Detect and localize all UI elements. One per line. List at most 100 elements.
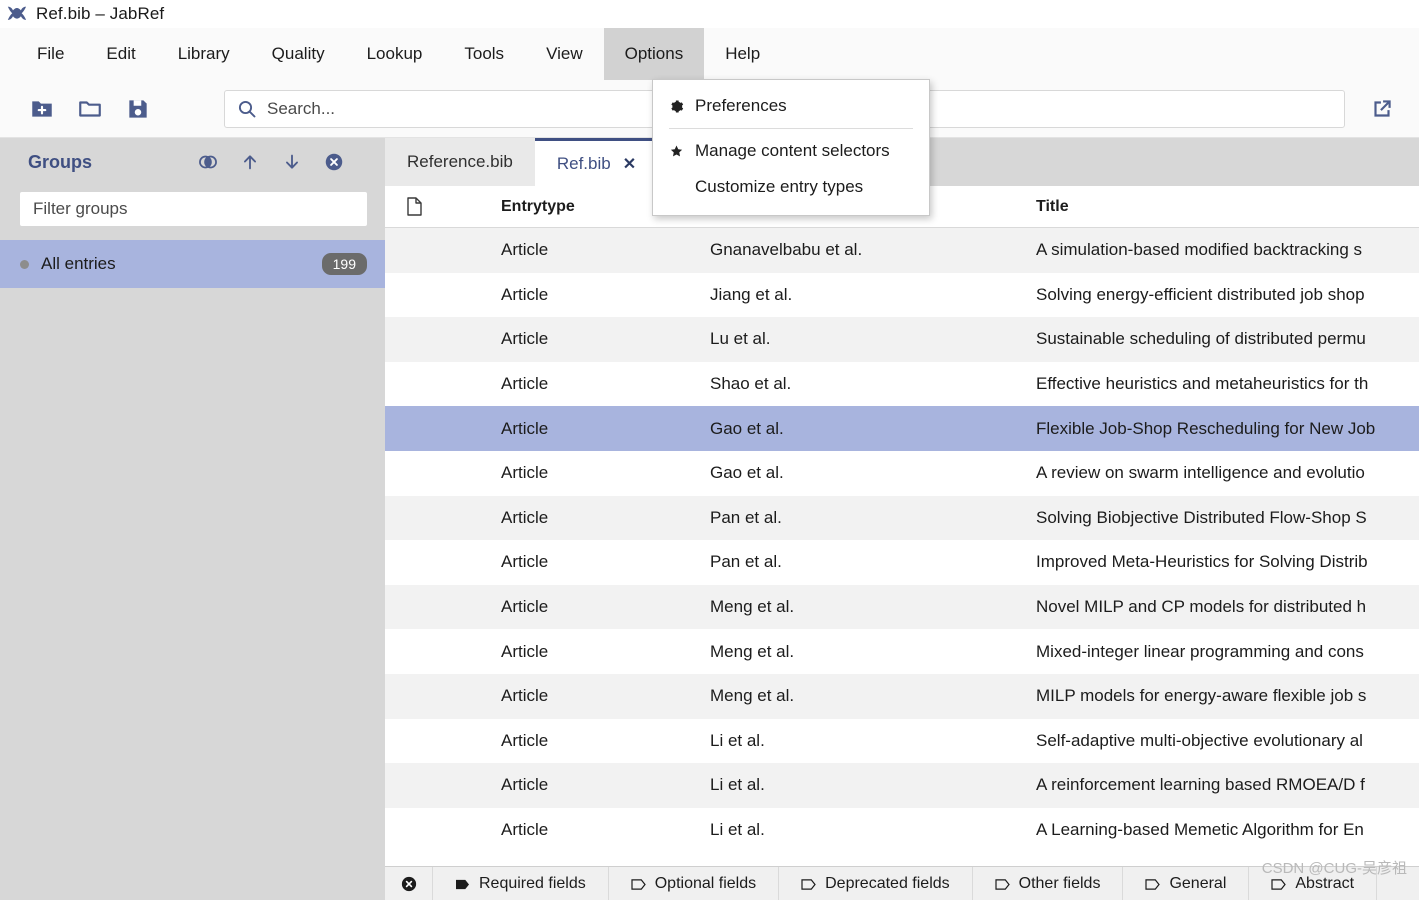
- search-icon: [238, 100, 256, 117]
- jabref-book-icon: [7, 6, 27, 20]
- tab-label: Ref.bib: [556, 153, 611, 173]
- table-row[interactable]: Article Lu et al. Sustainable scheduling…: [385, 317, 1419, 362]
- move-down-icon[interactable]: [281, 151, 303, 173]
- row-entrytype: Article: [501, 730, 549, 750]
- groups-sidebar: Groups Filter groups All entries 199: [0, 138, 385, 900]
- row-title: Flexible Job-Shop Rescheduling for New J…: [1036, 418, 1376, 438]
- save-library-button[interactable]: [114, 89, 162, 129]
- menu-quality[interactable]: Quality: [251, 28, 346, 80]
- row-entrytype: Article: [501, 775, 549, 795]
- row-title: Sustainable scheduling of distributed pe…: [1036, 329, 1366, 349]
- tab-ref-bib[interactable]: Ref.bib ✕: [534, 138, 659, 186]
- groups-title: Groups: [28, 151, 93, 172]
- tab-label: General: [1169, 875, 1227, 892]
- row-title: A reinforcement learning based RMOEA/D f: [1036, 775, 1365, 795]
- tab-reference-bib[interactable]: Reference.bib: [385, 138, 535, 186]
- close-editor-icon[interactable]: [385, 867, 433, 900]
- row-entrytype: Article: [501, 641, 549, 661]
- tab-label: Deprecated fields: [825, 875, 950, 892]
- table-row[interactable]: Article Li et al. A reinforcement learni…: [385, 763, 1419, 808]
- tab-label: Reference.bib: [407, 152, 513, 171]
- menu-item-label: Customize entry types: [695, 177, 864, 196]
- row-title: MILP models for energy-aware flexible jo…: [1036, 686, 1367, 706]
- move-up-icon[interactable]: [239, 151, 261, 173]
- row-author: Jiang et al.: [710, 284, 793, 304]
- window-title: Ref.bib – JabRef: [36, 4, 165, 23]
- row-entrytype: Article: [501, 686, 549, 706]
- menu-lookup[interactable]: Lookup: [346, 28, 444, 80]
- table-row[interactable]: Article Li et al. A Learning-based Memet…: [385, 807, 1419, 853]
- menu-view[interactable]: View: [525, 28, 604, 80]
- row-entrytype: Article: [501, 374, 549, 394]
- row-entrytype: Article: [501, 597, 549, 617]
- tab-label: Optional fields: [654, 875, 757, 892]
- column-header-file-icon[interactable]: [385, 197, 443, 216]
- open-library-button[interactable]: [66, 89, 114, 129]
- row-author: Pan et al.: [710, 552, 782, 572]
- row-entrytype: Article: [501, 463, 549, 483]
- row-author: Gao et al.: [710, 418, 784, 438]
- table-row[interactable]: Article Gao et al. A review on swarm int…: [385, 450, 1419, 496]
- menu-item-label: Manage content selectors: [695, 141, 890, 160]
- new-library-button[interactable]: [18, 89, 66, 129]
- group-color-dot-icon: [20, 259, 29, 269]
- filter-groups-input[interactable]: Filter groups: [20, 192, 367, 226]
- row-author: Li et al.: [710, 775, 765, 795]
- row-title: Effective heuristics and metaheuristics …: [1036, 374, 1369, 394]
- table-row[interactable]: Article Meng et al. Novel MILP and CP mo…: [385, 584, 1419, 630]
- tab-deprecated-fields[interactable]: Deprecated fields: [779, 867, 973, 900]
- tab-other-fields[interactable]: Other fields: [973, 867, 1124, 900]
- intersection-toggle-icon[interactable]: [197, 151, 219, 173]
- tab-label: Required fields: [479, 875, 586, 892]
- open-entry-external-button[interactable]: [1359, 96, 1405, 122]
- row-author: Li et al.: [710, 820, 765, 840]
- menu-item-customize-entry-types[interactable]: Customize entry types: [653, 169, 929, 205]
- table-row[interactable]: Article Pan et al. Solving Biobjective D…: [385, 495, 1419, 541]
- row-entrytype: Article: [501, 418, 549, 438]
- menu-file[interactable]: File: [16, 28, 85, 80]
- row-title: Self-adaptive multi-objective evolutiona…: [1036, 730, 1363, 750]
- menu-tools[interactable]: Tools: [443, 28, 525, 80]
- menu-library[interactable]: Library: [157, 28, 251, 80]
- table-row[interactable]: Article Shao et al. Effective heuristics…: [385, 361, 1419, 407]
- tag-icon: [1271, 878, 1287, 890]
- column-header-title[interactable]: Title: [1036, 198, 1419, 216]
- table-row[interactable]: Article Meng et al. MILP models for ener…: [385, 673, 1419, 719]
- table-row[interactable]: Article Gnanavelbabu et al. A simulation…: [385, 228, 1419, 273]
- menu-options[interactable]: Options: [603, 28, 705, 80]
- floppy-save-icon: [129, 99, 147, 118]
- tab-label: Abstract: [1295, 875, 1355, 892]
- external-link-icon: [1374, 99, 1391, 117]
- tag-icon: [1145, 878, 1161, 890]
- file-document-icon: [406, 197, 422, 216]
- table-row[interactable]: Article Pan et al. Improved Meta-Heurist…: [385, 540, 1419, 585]
- row-title: A simulation-based modified backtracking…: [1036, 240, 1362, 260]
- row-title: Mixed-integer linear programming and con…: [1036, 641, 1364, 661]
- tab-abstract[interactable]: Abstract: [1249, 867, 1378, 900]
- menu-help[interactable]: Help: [704, 28, 781, 80]
- close-icon[interactable]: ✕: [623, 154, 636, 174]
- tab-optional-fields[interactable]: Optional fields: [609, 867, 780, 900]
- table-row[interactable]: Article Li et al. Self-adaptive multi-ob…: [385, 718, 1419, 764]
- options-dropdown-menu: Preferences Manage content selectors Cus…: [652, 79, 930, 216]
- menu-item-manage-content-selectors[interactable]: Manage content selectors: [653, 133, 929, 169]
- filled-tag-icon: [456, 879, 469, 889]
- tab-general[interactable]: General: [1123, 867, 1250, 900]
- table-row-selected[interactable]: Article Gao et al. Flexible Job-Shop Res…: [385, 406, 1419, 451]
- main-body: Groups Filter groups All entries 199 Ref…: [0, 138, 1419, 900]
- row-entrytype: Article: [501, 552, 549, 572]
- close-groups-icon[interactable]: [323, 151, 345, 173]
- gear-icon: [667, 99, 685, 114]
- table-row[interactable]: Article Meng et al. Mixed-integer linear…: [385, 629, 1419, 674]
- entry-table-body: Article Gnanavelbabu et al. A simulation…: [385, 228, 1419, 866]
- row-title: A Learning-based Memetic Algorithm for E…: [1036, 820, 1364, 840]
- row-title: Solving Biobjective Distributed Flow-Sho…: [1036, 507, 1367, 527]
- tab-required-fields[interactable]: Required fields: [433, 867, 609, 900]
- menu-separator: [669, 128, 913, 129]
- row-title: Novel MILP and CP models for distributed…: [1036, 597, 1367, 617]
- row-title: A review on swarm intelligence and evolu…: [1036, 463, 1365, 483]
- menu-item-preferences[interactable]: Preferences: [653, 88, 929, 124]
- menu-edit[interactable]: Edit: [85, 28, 156, 80]
- sidebar-item-all-entries[interactable]: All entries 199: [0, 240, 385, 288]
- table-row[interactable]: Article Jiang et al. Solving energy-effi…: [385, 272, 1419, 318]
